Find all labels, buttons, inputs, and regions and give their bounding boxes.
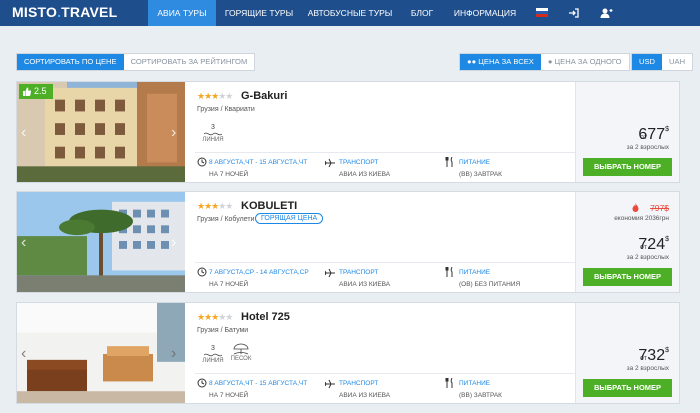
savings-text: економия 2036грн (614, 215, 669, 222)
price-value: 724$ (638, 236, 669, 253)
plane-icon (325, 268, 335, 278)
price-panel: от 677$ за 2 взрослых ВЫБРАТЬ НОМЕР (575, 82, 679, 182)
beach-line-feature: 3 ЛИНИЯ (202, 124, 224, 143)
hotel-location: Грузия / Кобулети (197, 216, 255, 223)
currency-usd-button[interactable]: USD (632, 54, 663, 70)
star-rating: ★★★★★ (197, 312, 233, 322)
top-nav: MISTO.TRAVEL АВИА ТУРЫ ГОРЯЩИЕ ТУРЫ АВТО… (0, 0, 700, 26)
nights-value: НА 7 НОЧЕЙ (209, 281, 249, 288)
star-rating: ★★★★★ (197, 201, 233, 211)
thumbs-up-icon (23, 87, 31, 96)
food-label: ПИТАНИЕ (459, 269, 491, 276)
price-panel: от 732$ за 2 взрослых ВЫБРАТЬ НОМЕР (575, 303, 679, 403)
waves-icon (204, 353, 222, 357)
fork-knife-icon (445, 267, 453, 277)
food-label: ПИТАНИЕ (459, 380, 491, 387)
price-value: 677$ (638, 126, 669, 143)
currency-toggle: USD UAH (631, 53, 694, 71)
divider (195, 373, 575, 374)
dates-label: 8 АВГУСТА,ЧТ - 15 АВГУСТА,ЧТ (209, 380, 308, 387)
chevron-left-icon[interactable]: ‹ (21, 345, 26, 363)
price-subtitle: за 2 взрослых (626, 365, 669, 372)
fork-knife-icon (445, 378, 453, 388)
price-value: 732$ (638, 347, 669, 364)
food-value: (BB) ЗАВТРАК (459, 392, 502, 399)
nav-hot-tours[interactable]: ГОРЯЩИЕ ТУРЫ (216, 0, 302, 26)
transport-label: ТРАНСПОРТ (339, 269, 379, 276)
beach-line-feature: 3 ЛИНИЯ (202, 345, 224, 364)
transport-value: АВИА ИЗ КИЕВА (339, 281, 391, 288)
star-rating: ★★★★★ (197, 91, 233, 101)
login-icon[interactable] (568, 7, 580, 19)
hotel-photo[interactable] (17, 303, 185, 403)
clock-icon (197, 157, 207, 167)
transport-label: ТРАНСПОРТ (339, 159, 379, 166)
transport-label: ТРАНСПОРТ (339, 380, 379, 387)
food-value: (BB) ЗАВТРАК (459, 171, 502, 178)
hotel-name[interactable]: KOBULETI (241, 200, 297, 212)
fork-knife-icon (445, 157, 453, 167)
sand-beach-feature: ПЕСОК (226, 343, 256, 362)
food-value: (OB) БЕЗ ПИТАНИЯ (459, 281, 521, 288)
clock-icon (197, 378, 207, 388)
divider (195, 152, 575, 153)
chevron-right-icon[interactable]: › (171, 124, 176, 142)
price-for-one-button[interactable]: ● ЦЕНА ЗА ОДНОГО (541, 54, 629, 70)
chevron-left-icon[interactable]: ‹ (21, 124, 26, 142)
choose-room-button[interactable]: ВЫБРАТЬ НОМЕР (583, 158, 672, 176)
nav-info[interactable]: ИНФОРМАЦИЯ (446, 0, 524, 26)
clock-icon (197, 267, 207, 277)
person-icon: ● (547, 57, 555, 66)
fire-icon (632, 203, 639, 212)
nav-avia-tours[interactable]: АВИА ТУРЫ (148, 0, 216, 26)
hotel-location: Грузия / Батуми (197, 327, 249, 334)
price-subtitle: за 2 взрослых (626, 144, 669, 151)
logo[interactable]: MISTO.TRAVEL (12, 4, 117, 20)
nights-value: НА 7 НОЧЕЙ (209, 392, 249, 399)
nav-blog[interactable]: БЛОГ (398, 0, 446, 26)
hot-price-badge: ГОРЯЩАЯ ЦЕНА (255, 213, 324, 224)
price-for-all-button[interactable]: ●● ЦЕНА ЗА ВСЕХ (460, 54, 541, 70)
dates-label: 8 АВГУСТА,ЧТ - 15 АВГУСТА,ЧТ (209, 159, 308, 166)
sort-toggle: СОРТИРОВАТЬ ПО ЦЕНЕ СОРТИРОВАТЬ ЗА РЕЙТИ… (16, 53, 256, 71)
hotel-location: Грузия / Квариати (197, 106, 255, 113)
add-user-icon[interactable] (600, 7, 613, 19)
divider (195, 262, 575, 263)
umbrella-icon (233, 343, 249, 355)
dates-label: 7 АВГУСТА,СР - 14 АВГУСТА,СР (209, 269, 309, 276)
sort-by-rating-button[interactable]: СОРТИРОВАТЬ ЗА РЕЙТИНГОМ (124, 54, 255, 70)
transport-value: АВИА ИЗ КИЕВА (339, 171, 391, 178)
currency-uah-button[interactable]: UAH (662, 54, 692, 70)
price-panel: 797$ економия 2036грн от 724$ за 2 взрос… (575, 192, 679, 292)
old-price: 797$ (650, 203, 669, 213)
choose-room-button[interactable]: ВЫБРАТЬ НОМЕР (583, 379, 672, 397)
chevron-right-icon[interactable]: › (171, 234, 176, 252)
plane-icon (325, 379, 335, 389)
price-subtitle: за 2 взрослых (626, 254, 669, 261)
plane-icon (325, 158, 335, 168)
choose-room-button[interactable]: ВЫБРАТЬ НОМЕР (583, 268, 672, 286)
chevron-left-icon[interactable]: ‹ (21, 234, 26, 252)
waves-icon (204, 132, 222, 136)
nights-value: НА 7 НОЧЕЙ (209, 171, 249, 178)
nav-bus-tours[interactable]: АВТОБУСНЫЕ ТУРЫ (302, 0, 398, 26)
price-mode-toggle: ●● ЦЕНА ЗА ВСЕХ ● ЦЕНА ЗА ОДНОГО (459, 53, 630, 71)
sort-by-price-button[interactable]: СОРТИРОВАТЬ ПО ЦЕНЕ (17, 54, 124, 70)
transport-value: АВИА ИЗ КИЕВА (339, 392, 391, 399)
group-icon: ●● (467, 57, 479, 66)
rating-badge: 2.5 (19, 84, 53, 99)
hotel-card: 2.5 ‹ › ★★★★★ G-Bakuri Грузия / Квариати… (16, 81, 680, 183)
food-label: ПИТАНИЕ (459, 159, 491, 166)
hotel-card: ‹ › ★★★★★ KOBULETI Грузия / Кобулети ГОР… (16, 191, 680, 293)
russia-flag-icon[interactable] (536, 8, 548, 17)
hotel-name[interactable]: Hotel 725 (241, 311, 290, 323)
hotel-name[interactable]: G-Bakuri (241, 90, 287, 102)
hotel-card: ‹ › ★★★★★ Hotel 725 Грузия / Батуми 3 ЛИ… (16, 302, 680, 404)
chevron-right-icon[interactable]: › (171, 345, 176, 363)
hotel-photo[interactable] (17, 192, 185, 292)
